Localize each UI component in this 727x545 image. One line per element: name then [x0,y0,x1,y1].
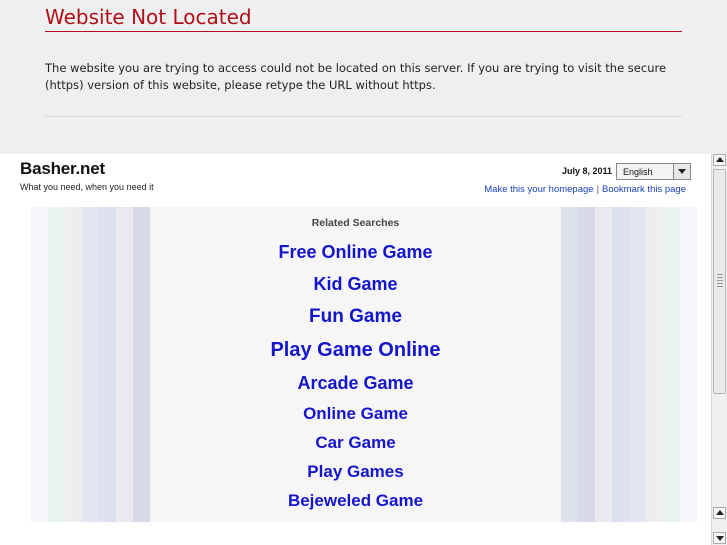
decorative-stripe [561,207,578,522]
parked-page-frame: Basher.net What you need, when you need … [0,154,711,545]
top-links: Make this your homepage | Bookmark this pa… [484,184,686,195]
site-logo[interactable]: Basher.net [20,159,105,179]
arrow-up-icon [716,157,724,162]
site-tagline: What you need, when you need it [20,182,154,192]
scroll-down-button[interactable] [713,532,726,544]
decorative-stripe [680,207,697,522]
decorative-stripe [612,207,629,522]
related-searches-list: Free Online Game Kid Game Fun Game Play Gam… [150,242,561,511]
decorative-stripe [99,207,116,522]
related-search-link[interactable]: Free Online Game [150,242,561,263]
arrow-up-icon [716,510,724,515]
decorative-stripes-left [31,207,167,522]
current-date: July 8, 2011 [561,166,612,176]
decorative-stripe [82,207,99,522]
error-message: The website you are trying to access cou… [45,61,667,92]
related-search-link[interactable]: Arcade Game [150,373,561,394]
related-search-link[interactable]: Bejeweled Game [150,491,561,511]
decorative-stripe [116,207,133,522]
decorative-stripe [629,207,646,522]
related-search-link[interactable]: Kid Game [150,274,561,295]
decorative-stripes-right [561,207,697,522]
decorative-stripe [31,207,48,522]
make-homepage-link[interactable]: Make this your homepage [484,184,593,195]
decorative-stripe [65,207,82,522]
related-searches-title: Related Searches [311,217,400,229]
related-search-link[interactable]: Car Game [150,433,561,453]
chevron-down-icon [678,169,686,174]
decorative-stripe [578,207,595,522]
decorative-stripe [595,207,612,522]
related-search-link[interactable]: Play Games [150,462,561,482]
language-select-value: English [623,167,653,177]
related-search-link[interactable]: Online Game [150,404,561,424]
related-searches-panel: Related Searches Free Online Game Kid Gam… [150,207,561,522]
scrollbar-thumb[interactable] [713,169,726,394]
grip-icon [717,274,723,288]
vertical-scrollbar[interactable] [711,154,727,545]
language-dropdown-button[interactable] [673,164,690,179]
decorative-stripe [663,207,680,522]
decorative-stripe [48,207,65,522]
error-divider [45,116,682,117]
language-select[interactable]: English [616,163,691,180]
error-title: Website Not Located [45,5,252,29]
related-search-link[interactable]: Play Game Online [150,339,561,362]
scroll-up-button-lower[interactable] [713,507,726,519]
decorative-stripe [133,207,150,522]
bookmark-link[interactable]: Bookmark this page [602,184,686,195]
arrow-down-icon [716,536,724,541]
decorative-stripe [646,207,663,522]
link-separator: | [596,184,600,195]
error-title-rule [45,31,682,32]
related-search-link[interactable]: Fun Game [150,306,561,328]
scroll-up-button[interactable] [713,154,726,166]
